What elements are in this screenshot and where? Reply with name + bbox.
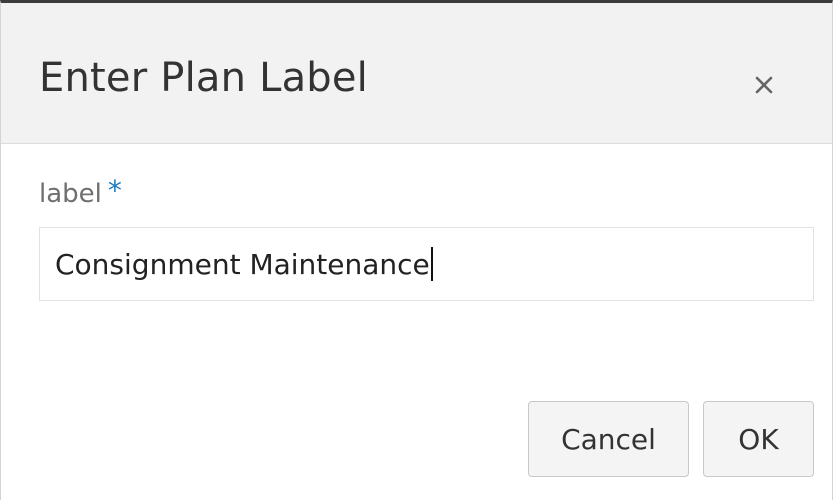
plan-label-input-value[interactable]: Consignment Maintenance [55,248,430,281]
dialog-header: Enter Plan Label [1,3,832,144]
text-cursor [430,247,433,281]
dialog-title: Enter Plan Label [39,55,369,101]
close-icon [752,73,776,101]
cancel-button[interactable]: Cancel [528,401,689,477]
field-label: label [39,179,102,209]
label-field-row: label * [39,174,122,210]
enter-plan-label-dialog: Enter Plan Label label * Consignment Mai… [0,0,833,500]
ok-button[interactable]: OK [703,401,814,477]
close-button[interactable] [736,59,792,115]
plan-label-input[interactable]: Consignment Maintenance [39,227,814,301]
required-indicator: * [107,174,122,207]
